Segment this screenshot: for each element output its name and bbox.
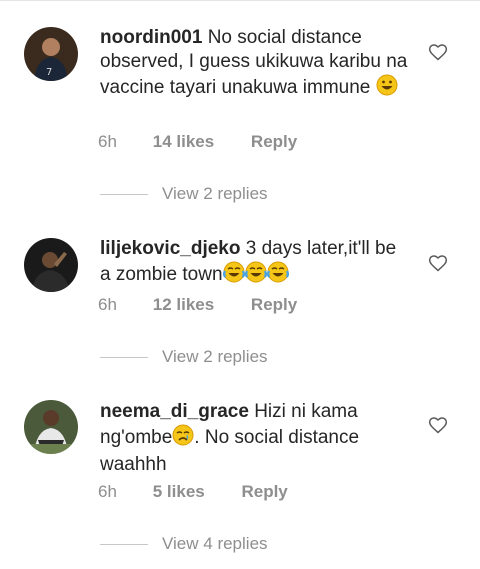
reply-button[interactable]: Reply <box>251 132 297 152</box>
replies-divider <box>100 194 148 196</box>
view-replies-button[interactable]: View 2 replies <box>100 184 268 204</box>
comment-meta: 6h 14 likes Reply <box>98 132 297 152</box>
comment-username[interactable]: liljekovic_djeko <box>100 238 240 259</box>
grinning-emoji-icon <box>376 74 398 103</box>
avatar[interactable] <box>24 238 78 292</box>
replies-divider <box>100 357 148 359</box>
comment-timestamp: 6h <box>98 132 117 151</box>
svg-text:7: 7 <box>46 67 52 78</box>
comment-text: liljekovic_djeko 3 days later,it'll be a… <box>100 237 410 290</box>
reply-button[interactable]: Reply <box>251 295 297 315</box>
comment-meta: 6h 5 likes Reply <box>98 482 288 502</box>
likes-count[interactable]: 5 likes <box>153 482 205 502</box>
comment-meta: 6h 12 likes Reply <box>98 295 297 315</box>
comment-timestamp: 6h <box>98 295 117 314</box>
reply-button[interactable]: Reply <box>241 482 287 502</box>
like-heart-icon[interactable] <box>428 253 448 273</box>
crying-face-emoji-icon <box>172 424 194 453</box>
avatar[interactable] <box>24 400 78 454</box>
view-replies-label: View 2 replies <box>162 184 268 203</box>
comment-username[interactable]: neema_di_grace <box>100 401 249 422</box>
top-divider <box>0 0 480 1</box>
view-replies-label: View 4 replies <box>162 534 268 553</box>
like-heart-icon[interactable] <box>428 42 448 62</box>
likes-count[interactable]: 14 likes <box>153 132 214 152</box>
comment-timestamp: 6h <box>98 482 117 501</box>
avatar[interactable]: 7 <box>24 27 78 81</box>
view-replies-button[interactable]: View 4 replies <box>100 534 268 554</box>
replies-divider <box>100 544 148 546</box>
like-heart-icon[interactable] <box>428 415 448 435</box>
view-replies-button[interactable]: View 2 replies <box>100 347 268 367</box>
comment-username[interactable]: noordin001 <box>100 27 202 48</box>
likes-count[interactable]: 12 likes <box>153 295 214 315</box>
comment-text: noordin001 No social distance observed, … <box>100 26 410 103</box>
tears-of-joy-emoji-icon <box>222 261 289 290</box>
comment-text: neema_di_grace Hizi ni kama ng'ombe . No… <box>100 400 410 477</box>
view-replies-label: View 2 replies <box>162 347 268 366</box>
